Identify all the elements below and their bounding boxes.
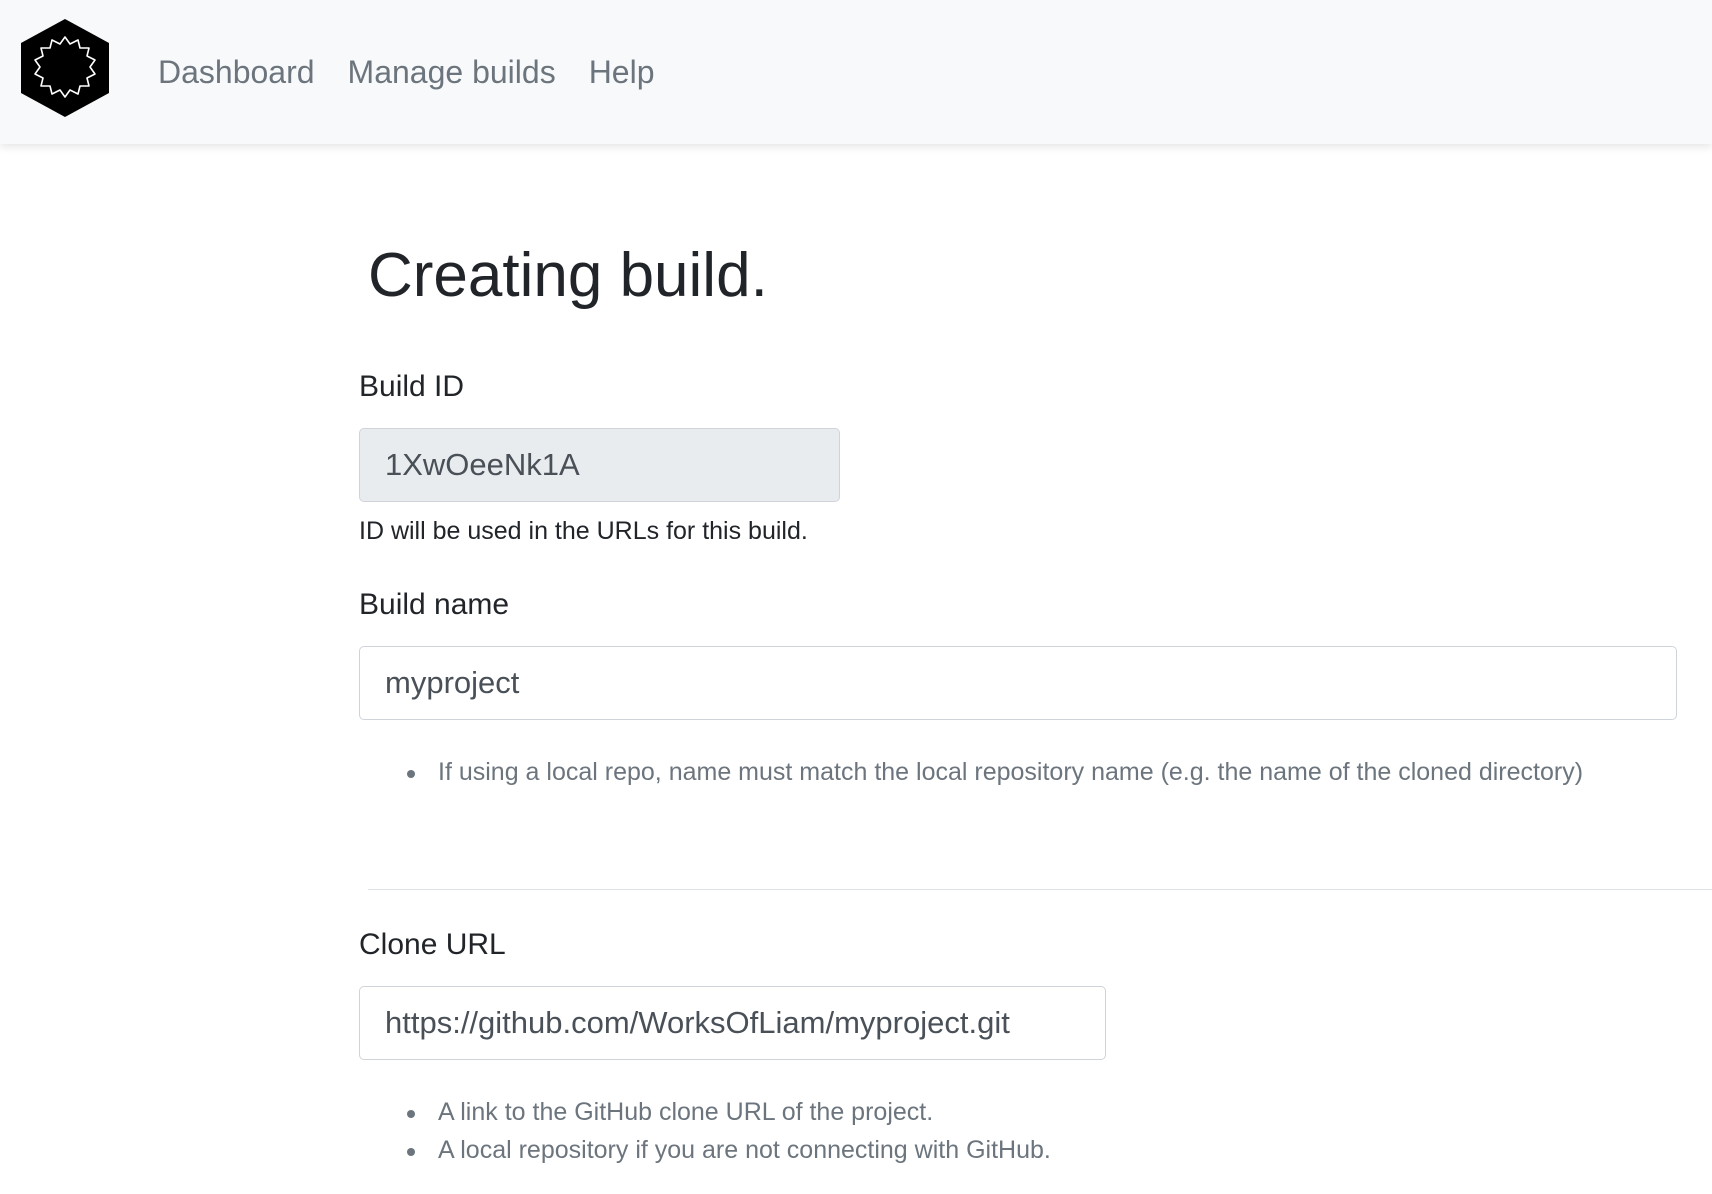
- build-id-help-text: ID will be used in the URLs for this bui…: [359, 517, 808, 545]
- clone-url-input[interactable]: [359, 986, 1106, 1060]
- section-divider: [368, 889, 1712, 890]
- build-name-hints: If using a local repo, name must match t…: [407, 753, 1583, 791]
- hint-text: If using a local repo, name must match t…: [438, 758, 1584, 786]
- nav-link-help[interactable]: Help: [589, 54, 655, 91]
- build-id-input[interactable]: [359, 428, 840, 502]
- bullet-icon: [407, 1148, 415, 1156]
- build-id-label: Build ID: [359, 370, 465, 403]
- clone-url-label: Clone URL: [359, 928, 506, 961]
- gear-hexagon-logo-icon[interactable]: [18, 17, 112, 119]
- build-name-label: Build name: [359, 588, 510, 621]
- nav-links: Dashboard Manage builds Help: [158, 0, 655, 144]
- build-name-input[interactable]: [359, 646, 1677, 720]
- top-navbar: Dashboard Manage builds Help: [0, 0, 1712, 144]
- list-item: A local repository if you are not connec…: [407, 1131, 1051, 1169]
- list-item: If using a local repo, name must match t…: [407, 753, 1583, 791]
- hint-text: A local repository if you are not connec…: [438, 1136, 1051, 1164]
- nav-link-manage-builds[interactable]: Manage builds: [348, 54, 556, 91]
- page-title: Creating build.: [368, 241, 768, 310]
- nav-link-dashboard[interactable]: Dashboard: [158, 54, 315, 91]
- list-item: A link to the GitHub clone URL of the pr…: [407, 1093, 1051, 1131]
- clone-url-hints: A link to the GitHub clone URL of the pr…: [407, 1093, 1051, 1169]
- bullet-icon: [407, 770, 415, 778]
- bullet-icon: [407, 1110, 415, 1118]
- hint-text: A link to the GitHub clone URL of the pr…: [438, 1098, 934, 1126]
